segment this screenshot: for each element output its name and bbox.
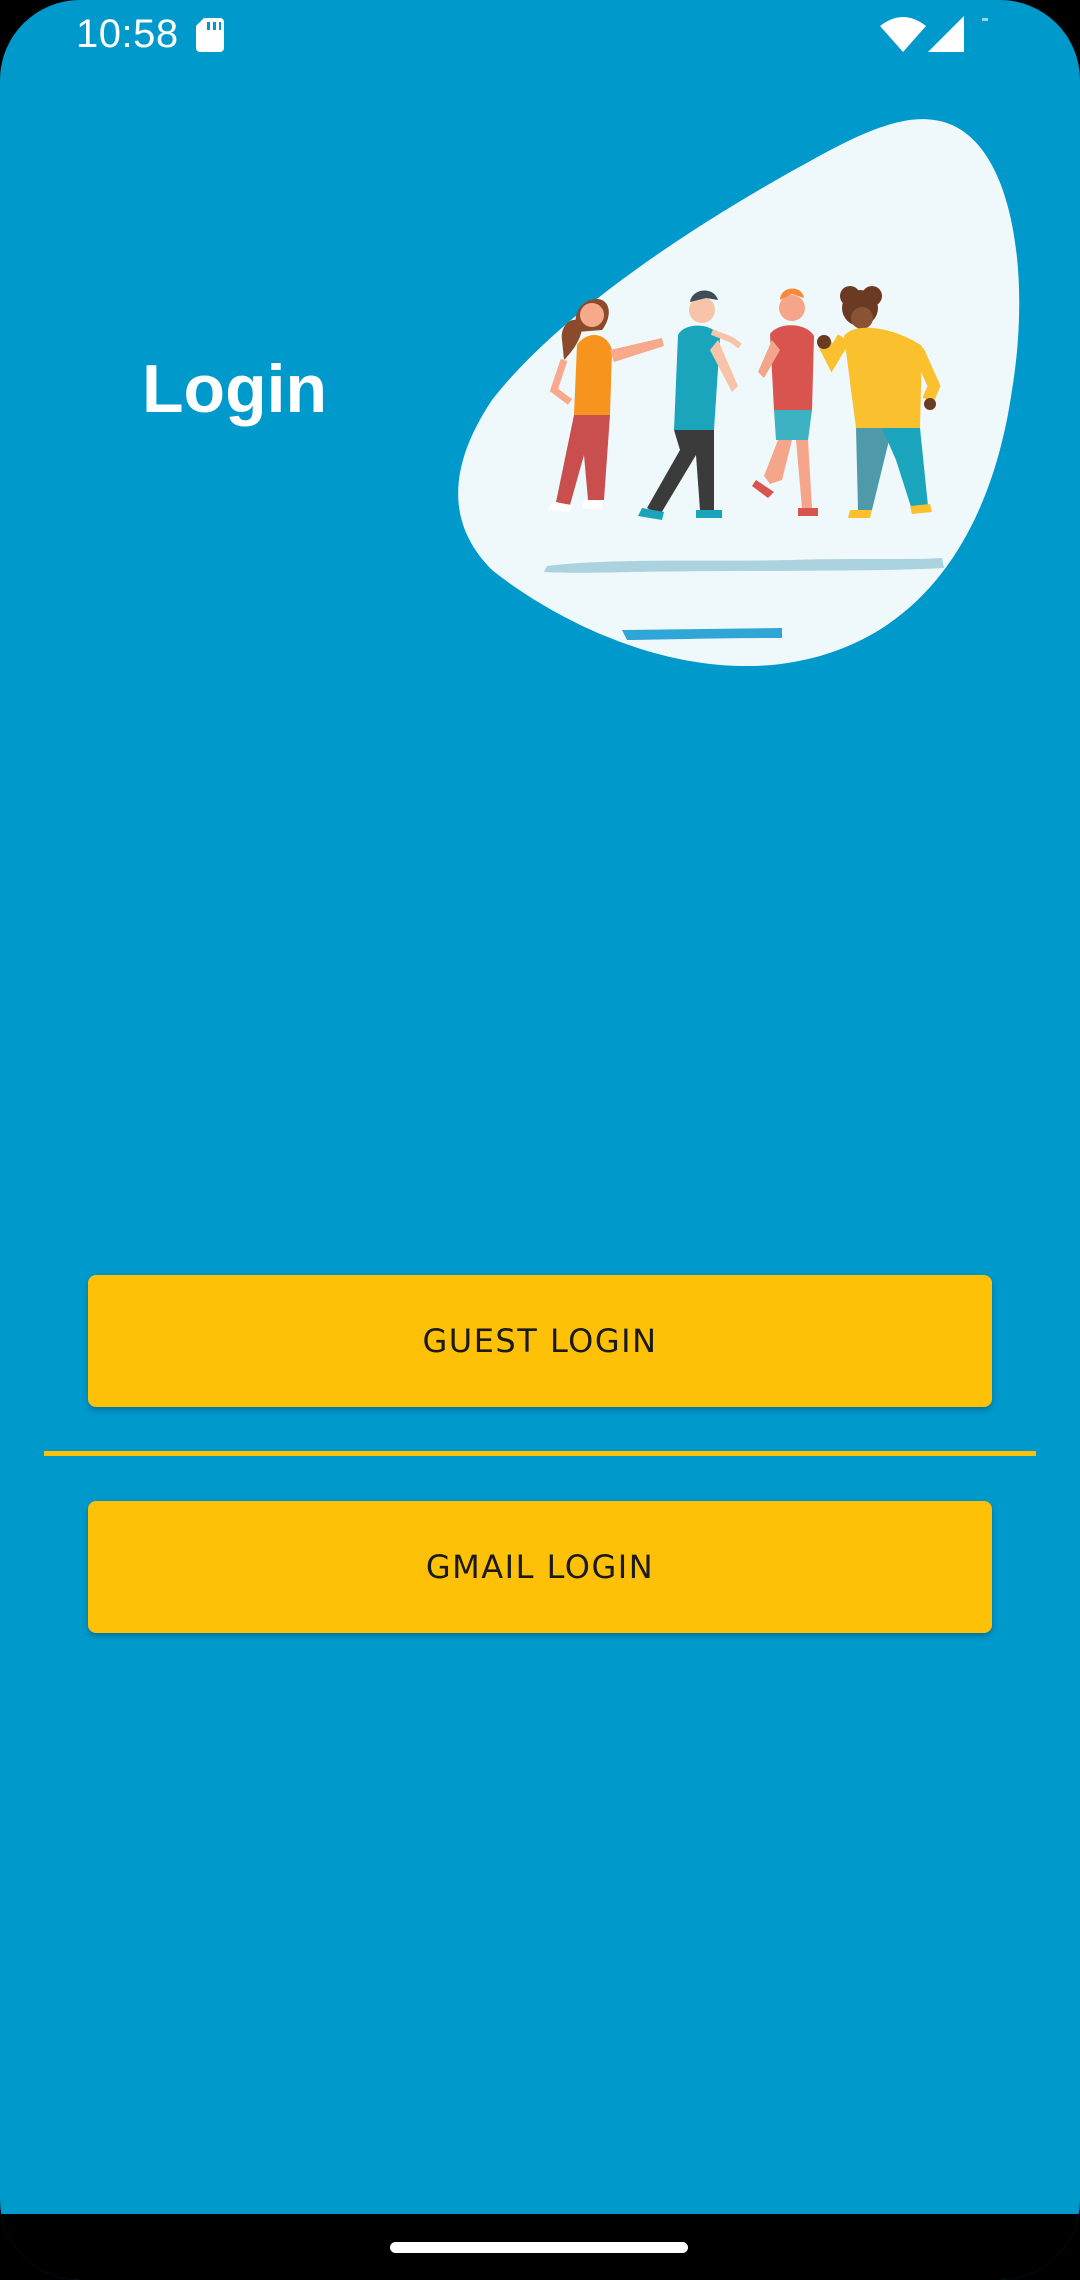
home-gesture-handle[interactable] — [390, 2242, 688, 2253]
divider — [44, 1451, 1036, 1456]
group-of-friends-illustration — [458, 119, 1020, 667]
status-bar: 10:58 — [0, 0, 1080, 72]
gmail-login-button[interactable]: GMAIL LOGIN — [88, 1501, 992, 1633]
sd-card-icon — [196, 18, 224, 52]
status-indicator-dot — [982, 18, 988, 21]
status-time: 10:58 — [76, 12, 179, 56]
navigation-bar — [0, 2214, 1080, 2280]
login-screen: 10:58 Login GUEST LOGIN GMAIL LOGIN — [0, 0, 1080, 2280]
cellular-signal-icon — [928, 16, 964, 52]
page-title: Login — [142, 351, 328, 427]
wifi-icon — [880, 17, 926, 52]
guest-login-button[interactable]: GUEST LOGIN — [88, 1275, 992, 1407]
